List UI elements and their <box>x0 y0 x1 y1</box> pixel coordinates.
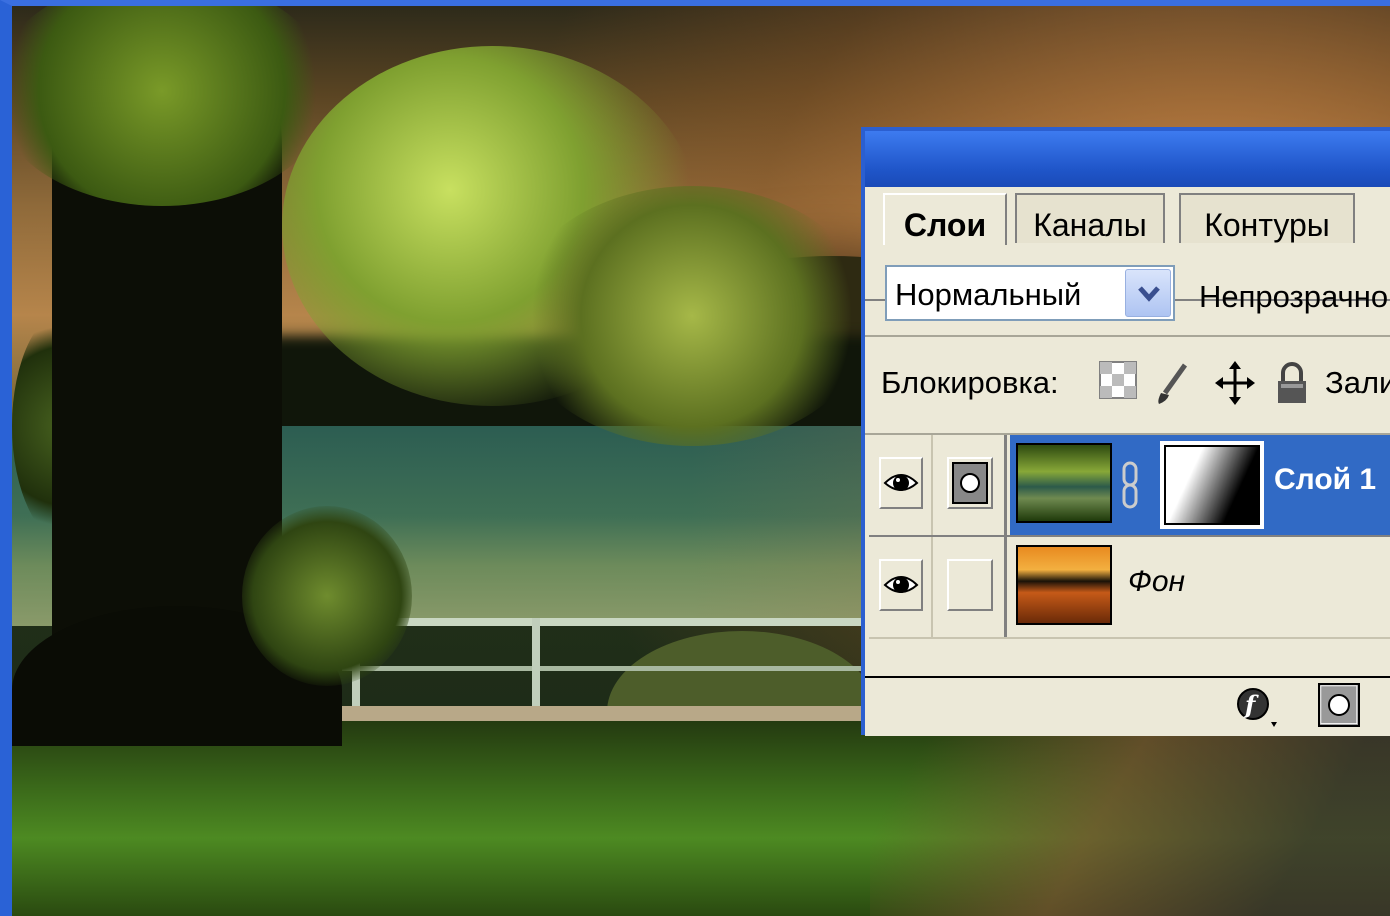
panel-footer: f <box>865 676 1390 736</box>
photo-lawn-blend <box>870 726 1390 916</box>
panel-tabs: Слои Каналы Контуры <box>865 187 1390 301</box>
photo-fence-rail <box>342 618 902 626</box>
layer-row-layer1[interactable]: Слой 1 <box>869 435 1390 535</box>
photo-foliage <box>242 506 412 686</box>
blend-mode-value: Нормальный <box>895 277 1082 312</box>
visibility-cell[interactable] <box>869 435 933 535</box>
edit-mode-cell[interactable] <box>935 435 1007 535</box>
add-mask-icon[interactable] <box>1317 682 1361 733</box>
layer-style-icon[interactable]: f <box>1235 686 1279 733</box>
edit-mode-cell[interactable] <box>935 537 1007 637</box>
opacity-label: Непрозрачно <box>1199 279 1389 314</box>
tab-layers[interactable]: Слои <box>883 193 1007 245</box>
photo-fence-post <box>532 618 540 708</box>
eye-icon[interactable] <box>879 559 923 611</box>
tab-paths[interactable]: Контуры <box>1179 193 1355 243</box>
layer-thumbnail <box>1016 443 1112 523</box>
layer-row-background[interactable]: Фон <box>869 537 1390 637</box>
photo-fence-rail <box>342 666 902 671</box>
layer-content[interactable]: Фон <box>1010 537 1390 637</box>
layer-content[interactable]: Слой 1 <box>1010 435 1390 535</box>
layer-mask-thumbnail[interactable] <box>1160 441 1264 529</box>
lock-transparency-icon[interactable] <box>1099 361 1139 405</box>
blend-mode-select[interactable]: Нормальный <box>885 265 1175 321</box>
empty-mode-box <box>947 559 993 611</box>
eye-icon[interactable] <box>879 457 923 509</box>
layer-thumbnail <box>1016 545 1112 625</box>
visibility-cell[interactable] <box>869 537 933 637</box>
layer-divider <box>869 637 1390 639</box>
layer-name[interactable]: Слой 1 <box>1274 463 1376 497</box>
blend-row: Нормальный Непрозрачно <box>865 245 1390 337</box>
layers-panel: Слои Каналы Контуры Нормальный Непрозрач… <box>861 127 1390 736</box>
dropdown-button[interactable] <box>1125 269 1171 317</box>
chevron-down-icon <box>1138 286 1160 302</box>
lock-move-icon[interactable] <box>1215 361 1255 405</box>
photo-foliage <box>512 186 872 446</box>
layer-name[interactable]: Фон <box>1128 565 1185 599</box>
lock-row: Блокировка: Зали <box>865 337 1390 435</box>
lock-label: Блокировка: <box>881 365 1059 400</box>
lock-brush-icon[interactable] <box>1155 361 1195 405</box>
mask-edit-icon <box>947 457 993 509</box>
lock-all-icon[interactable] <box>1275 361 1315 405</box>
fill-label: Зали <box>1325 365 1390 400</box>
tab-channels[interactable]: Каналы <box>1015 193 1165 243</box>
panel-titlebar[interactable] <box>865 131 1390 187</box>
link-chain-icon[interactable] <box>1122 461 1138 514</box>
